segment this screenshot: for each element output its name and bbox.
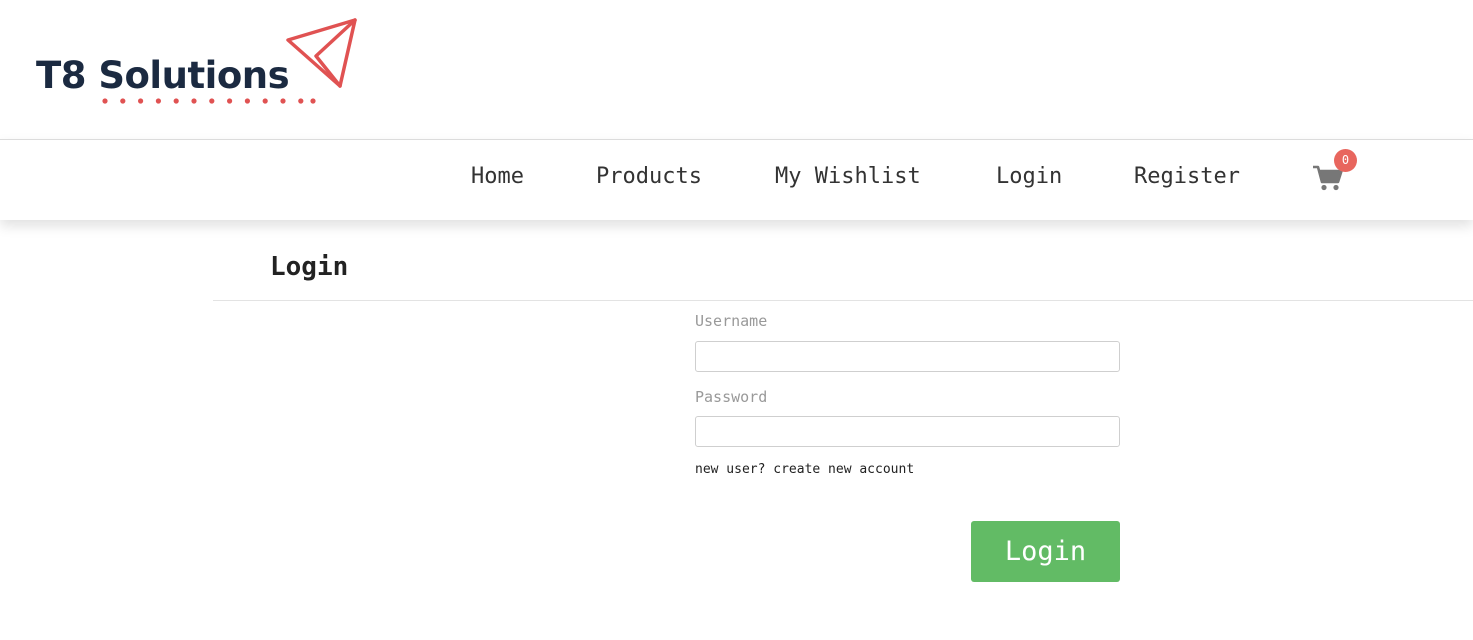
- password-input[interactable]: [695, 416, 1120, 447]
- nav-my-wishlist[interactable]: My Wishlist: [775, 164, 921, 189]
- cart-count-badge: 0: [1334, 149, 1357, 172]
- create-account-link[interactable]: new user? create new account: [695, 462, 914, 477]
- site-header: T8 Solutions: [0, 0, 1473, 139]
- nav-home[interactable]: Home: [471, 164, 524, 189]
- username-label: Username: [695, 312, 768, 330]
- brand-logo[interactable]: T8 Solutions: [36, 16, 366, 116]
- nav-register[interactable]: Register: [1134, 164, 1240, 189]
- username-input[interactable]: [695, 341, 1120, 372]
- nav-login[interactable]: Login: [996, 164, 1062, 189]
- brand-name: T8 Solutions: [36, 54, 290, 97]
- password-label: Password: [695, 388, 768, 406]
- logo-dots-decoration: [102, 98, 316, 104]
- login-submit-button[interactable]: Login: [971, 521, 1120, 582]
- main-navigation: Home Products My Wishlist Login Register…: [0, 139, 1473, 220]
- title-divider: [213, 300, 1473, 301]
- paper-plane-icon: [286, 18, 357, 88]
- page-title: Login: [270, 252, 349, 282]
- nav-products[interactable]: Products: [596, 164, 702, 189]
- cart-button[interactable]: 0: [1310, 149, 1358, 193]
